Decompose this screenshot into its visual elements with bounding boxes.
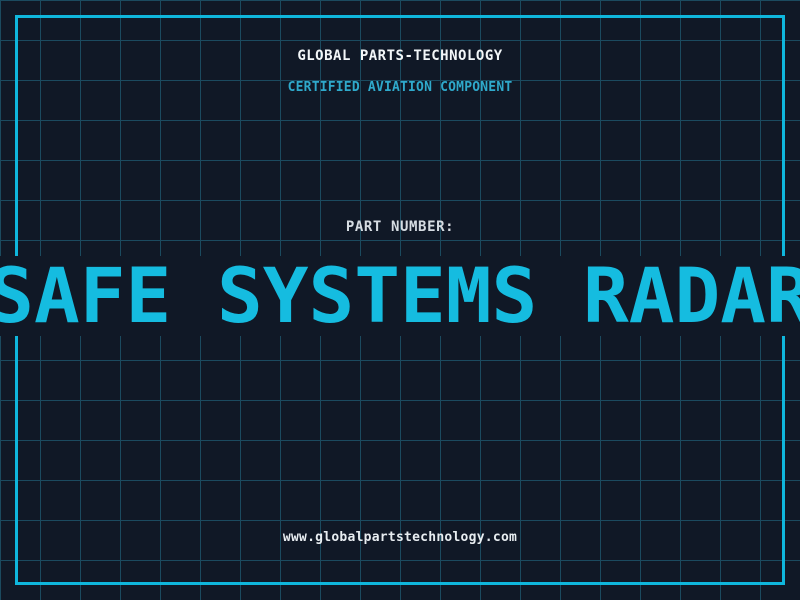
website-url: www.globalpartstechnology.com: [282, 530, 518, 545]
part-number-label: PART NUMBER:: [345, 219, 455, 235]
company-name: GLOBAL PARTS-TECHNOLOGY: [297, 48, 503, 64]
part-certificate-page: GLOBAL PARTS-TECHNOLOGY CERTIFIED AVIATI…: [0, 0, 800, 600]
part-name: SAFE SYSTEMS RADAR: [0, 256, 800, 336]
certification-tagline: CERTIFIED AVIATION COMPONENT: [287, 80, 513, 95]
part-name-band: SAFE SYSTEMS RADAR: [0, 256, 800, 336]
